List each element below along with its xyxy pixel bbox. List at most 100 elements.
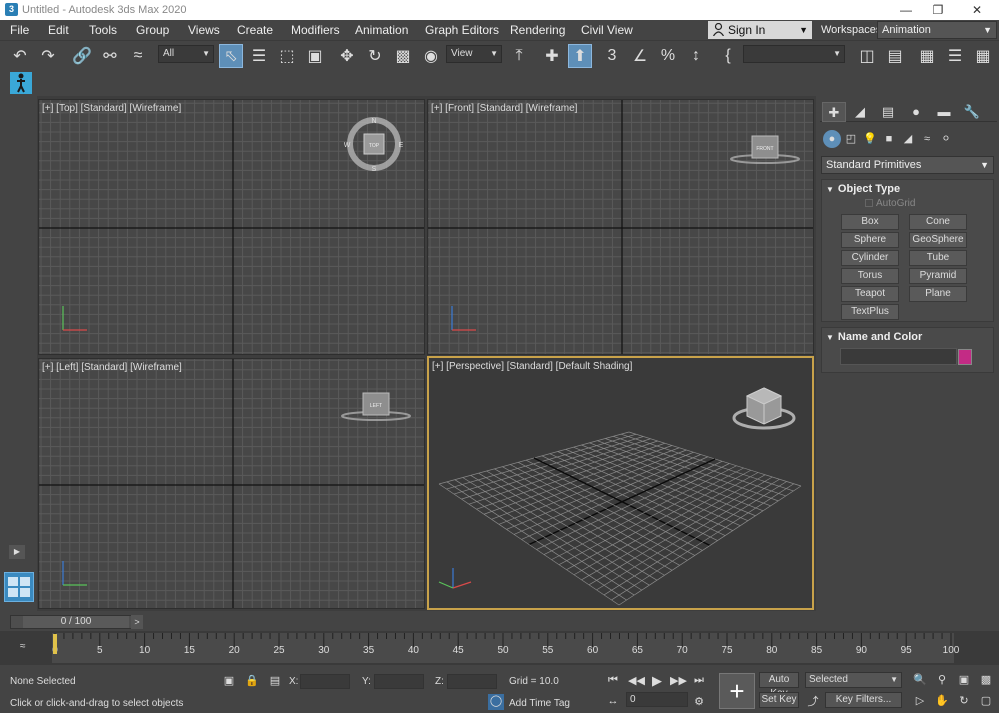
minimize-icon[interactable]: — xyxy=(891,1,921,19)
compass-icon[interactable]: TOP N S E W xyxy=(344,114,404,174)
geometry-icon[interactable]: ● xyxy=(823,130,841,148)
key-filters-button[interactable]: Key Filters... xyxy=(825,692,902,708)
auto-key-button[interactable]: Auto Key xyxy=(759,672,799,699)
rectangular-selection-icon[interactable]: ⬚ xyxy=(275,44,299,68)
select-by-name-icon[interactable]: ☰ xyxy=(247,44,271,68)
close-icon[interactable]: ✕ xyxy=(962,1,992,19)
geosphere-button[interactable]: GeoSphere xyxy=(909,232,967,248)
layer-explorer-icon[interactable]: ☰ xyxy=(943,44,967,68)
cameras-icon[interactable]: ■ xyxy=(880,130,898,148)
viewcube-perspective-icon[interactable] xyxy=(729,380,799,440)
default-tangents-icon[interactable]: ⤴ xyxy=(806,693,820,709)
time-slider-thumb[interactable]: 0 / 100 xyxy=(23,616,129,628)
add-time-tag[interactable]: Add Time Tag xyxy=(509,698,570,709)
window-crossing-icon[interactable]: ▣ xyxy=(303,44,327,68)
viewport-front-label[interactable]: [+] [Front] [Standard] [Wireframe] xyxy=(431,103,577,114)
play-icon[interactable]: ▶ xyxy=(650,673,664,689)
menu-views[interactable]: Views xyxy=(188,23,220,37)
link-icon[interactable]: 🔗 xyxy=(70,44,94,68)
systems-icon[interactable]: ⚪ xyxy=(937,130,955,148)
previous-key-icon[interactable]: ◀◀ xyxy=(628,674,645,687)
current-frame-input[interactable]: 0 xyxy=(626,692,688,707)
next-frame-icon[interactable]: > xyxy=(131,615,143,629)
y-coordinate-input[interactable] xyxy=(374,674,424,689)
menu-animation[interactable]: Animation xyxy=(355,23,408,37)
object-color-swatch[interactable] xyxy=(958,349,972,365)
viewcube-left-icon[interactable]: LEFT xyxy=(339,389,413,425)
reference-coordinate-select[interactable]: View ▼ xyxy=(446,45,502,63)
pyramid-button[interactable]: Pyramid xyxy=(909,268,967,284)
zoom-extents-all-icon[interactable]: ▩ xyxy=(979,673,993,686)
object-name-input[interactable] xyxy=(840,348,957,365)
redo-icon[interactable]: ↷ xyxy=(36,44,60,68)
modify-tab-icon[interactable]: ◢ xyxy=(848,102,872,122)
workspace-select[interactable]: Animation ▼ xyxy=(877,21,997,39)
sign-in-dropdown[interactable]: Sign In ▼ xyxy=(708,21,812,39)
orbit-icon[interactable]: ↻ xyxy=(957,694,971,707)
viewport-perspective-label[interactable]: [+] [Perspective] [Standard] [Default Sh… xyxy=(432,361,632,372)
named-selection-select[interactable]: ▼ xyxy=(743,45,845,63)
viewport-perspective[interactable]: [+] [Perspective] [Standard] [Default Sh… xyxy=(427,356,814,610)
cylinder-button[interactable]: Cylinder xyxy=(841,250,899,266)
time-tag-icon[interactable]: ◯ xyxy=(488,694,504,710)
viewport-left-label[interactable]: [+] [Left] [Standard] [Wireframe] xyxy=(42,362,182,373)
zoom-icon[interactable]: 🔍 xyxy=(913,673,927,686)
menu-civil-view[interactable]: Civil View xyxy=(581,23,633,37)
zoom-all-icon[interactable]: ⚲ xyxy=(935,673,949,686)
rotate-icon[interactable]: ↻ xyxy=(363,44,387,68)
select-manipulate-icon[interactable]: ✚ xyxy=(540,44,564,68)
menu-rendering[interactable]: Rendering xyxy=(510,23,565,37)
next-key-icon[interactable]: ▶▶ xyxy=(670,674,687,687)
select-object-icon[interactable]: ⬁ xyxy=(219,44,243,68)
app-icon[interactable]: 3 xyxy=(5,3,18,16)
space-warps-icon[interactable]: ≈ xyxy=(918,130,936,148)
go-to-start-icon[interactable]: ⏮ xyxy=(606,674,620,687)
object-type-header[interactable]: ▼ Object Type xyxy=(826,183,900,195)
angle-snap-icon[interactable]: ∠ xyxy=(628,44,652,68)
z-coordinate-input[interactable] xyxy=(447,674,497,689)
viewport-front[interactable]: [+] [Front] [Standard] [Wireframe] FRONT xyxy=(427,99,814,355)
character-tool-icon[interactable] xyxy=(10,72,32,94)
sphere-button[interactable]: Sphere xyxy=(841,232,899,248)
menu-create[interactable]: Create xyxy=(237,23,273,37)
helpers-icon[interactable]: ◢ xyxy=(899,130,917,148)
key-set-select[interactable]: Selected ▼ xyxy=(805,672,902,688)
undo-icon[interactable]: ↶ xyxy=(8,44,32,68)
box-button[interactable]: Box xyxy=(841,214,899,230)
lights-icon[interactable]: 💡 xyxy=(861,130,879,148)
motion-tab-icon[interactable]: ● xyxy=(904,102,928,122)
viewport-layout-icon[interactable] xyxy=(4,572,34,602)
ribbon-toggle-icon[interactable]: ▦ xyxy=(971,44,995,68)
percent-snap-icon[interactable]: % xyxy=(656,44,680,68)
viewport-top[interactable]: [+] [Top] [Standard] [Wireframe] TOP N S… xyxy=(38,99,425,355)
utilities-tab-icon[interactable]: 🔧 xyxy=(960,102,984,122)
mirror-icon[interactable]: ◫ xyxy=(855,44,879,68)
keyboard-shortcut-override-icon[interactable]: ⬆ xyxy=(568,44,592,68)
primitive-category-select[interactable]: Standard Primitives ▼ xyxy=(821,156,994,174)
display-tab-icon[interactable]: ▬ xyxy=(932,102,956,122)
x-coordinate-input[interactable] xyxy=(300,674,350,689)
autogrid-checkbox[interactable]: AutoGrid xyxy=(865,198,915,209)
tube-button[interactable]: Tube xyxy=(909,250,967,266)
scene-explorer-icon[interactable]: ▦ xyxy=(915,44,939,68)
menu-group[interactable]: Group xyxy=(136,23,169,37)
pan-view-icon[interactable]: ✋ xyxy=(935,694,949,707)
edit-named-selection-icon[interactable]: { xyxy=(716,44,740,68)
teapot-button[interactable]: Teapot xyxy=(841,286,899,302)
menu-tools[interactable]: Tools xyxy=(89,23,117,37)
time-configuration-icon[interactable]: ⚙ xyxy=(692,695,706,708)
snaps-toggle-icon[interactable]: 3 xyxy=(600,44,624,68)
menu-graph-editors[interactable]: Graph Editors xyxy=(425,23,499,37)
viewport-top-label[interactable]: [+] [Top] [Standard] [Wireframe] xyxy=(42,103,181,114)
cone-button[interactable]: Cone xyxy=(909,214,967,230)
set-keys-button[interactable]: + xyxy=(719,673,755,709)
absolute-mode-icon[interactable]: ▤ xyxy=(268,674,282,688)
align-icon[interactable]: ▤ xyxy=(883,44,907,68)
bind-space-warp-icon[interactable]: ≈ xyxy=(126,44,150,68)
isolate-selection-icon[interactable]: ▣ xyxy=(222,674,236,688)
track-bar[interactable]: 0510152025303540455055606570758085909510… xyxy=(0,631,999,665)
unlink-icon[interactable]: ⚯ xyxy=(98,44,122,68)
lock-selection-icon[interactable]: 🔒 xyxy=(245,674,259,688)
textplus-button[interactable]: TextPlus xyxy=(841,304,899,320)
set-key-button[interactable]: Set Key xyxy=(759,692,799,708)
